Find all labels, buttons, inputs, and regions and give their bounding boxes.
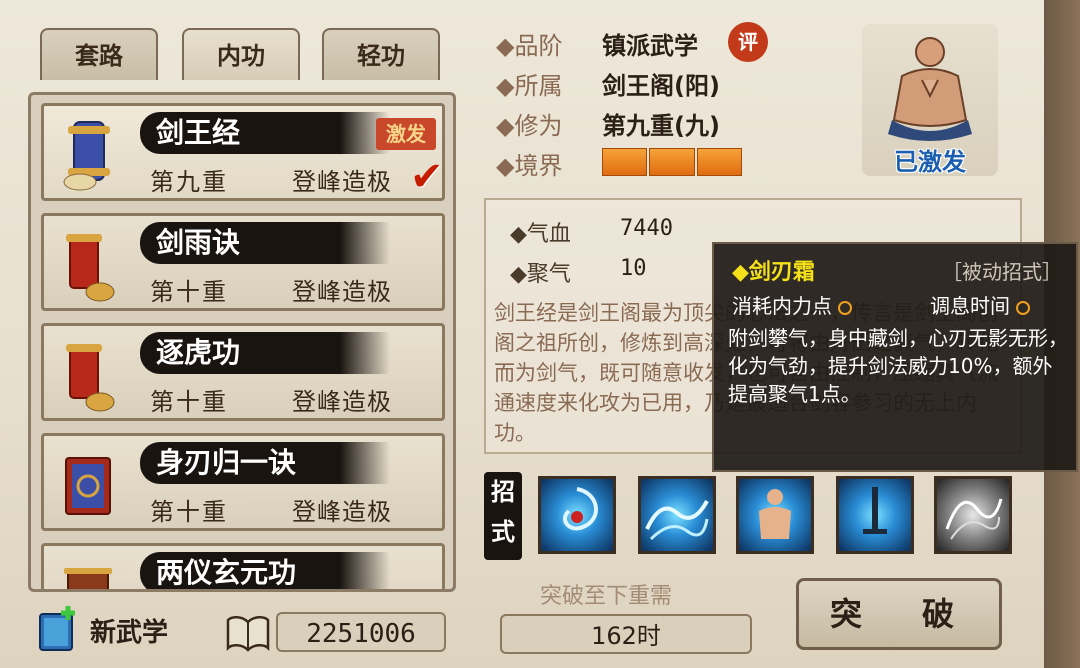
tooltip-cost: 消耗内力点 bbox=[732, 290, 852, 319]
meditating-monk-icon bbox=[888, 37, 972, 141]
skill-card-1[interactable]: 剑王经 激发 第九重 登峰造极 ✔ bbox=[41, 103, 445, 201]
breakthrough-button[interactable]: 突 破 bbox=[796, 578, 1002, 650]
skill-card-2[interactable]: 剑雨诀 第十重 登峰造极 bbox=[41, 213, 445, 311]
scroll-icon bbox=[66, 344, 115, 412]
character-portrait: 已激发 bbox=[862, 24, 998, 176]
move-slot-3[interactable] bbox=[736, 476, 814, 554]
skill-card-4[interactable]: 身刃归一诀 第十重 登峰造极 bbox=[41, 433, 445, 531]
tooltip-cooldown: 调息时间 bbox=[930, 290, 1030, 319]
scroll-icon bbox=[66, 234, 115, 302]
currency-value: 2251006 bbox=[276, 612, 446, 652]
move-tooltip: ◆剑刃霜 ［被动招式］ 消耗内力点 调息时间 附剑攀气，身中藏剑，心刃无影无形，… bbox=[712, 242, 1078, 472]
skill-level: 第十重 bbox=[150, 278, 228, 306]
tooltip-description: 附剑攀气，身中藏剑，心刃无影无形，化为气劲，提升剑法威力10%，额外提高聚气1点… bbox=[728, 326, 1068, 406]
info-realm: ◆境界 bbox=[496, 146, 796, 180]
sect-value: 剑王阁(阳) bbox=[602, 72, 720, 100]
new-skill-label[interactable]: 新武学 bbox=[90, 612, 168, 649]
skill-name: 剑王经 bbox=[140, 112, 390, 154]
book-icon bbox=[65, 457, 111, 515]
skill-card-3[interactable]: 逐虎功 第十重 登峰造极 bbox=[41, 323, 445, 421]
skill-level: 第九重 bbox=[150, 168, 228, 196]
skill-level: 第十重 bbox=[150, 498, 228, 526]
swirl-icon bbox=[563, 487, 598, 531]
skill-name: 剑雨诀 bbox=[140, 222, 390, 264]
moves-label: 招式 bbox=[484, 472, 522, 560]
sword-icon bbox=[863, 487, 887, 534]
skill-rank: 登峰造极 bbox=[292, 168, 392, 196]
skill-name: 两仪玄元功 bbox=[140, 552, 390, 589]
break-time: 162时 bbox=[500, 614, 752, 654]
skill-name: 逐虎功 bbox=[140, 332, 390, 374]
stat-qi: ◆聚气 10 bbox=[510, 256, 647, 287]
break-requirement-label: 突破至下重需 bbox=[540, 584, 673, 609]
move-slot-5[interactable] bbox=[934, 476, 1012, 554]
level-value: 第九重(九) bbox=[602, 112, 720, 140]
skill-rank: 登峰造极 bbox=[292, 388, 392, 416]
jifa-badge: 激发 bbox=[376, 118, 436, 150]
realm-bar bbox=[602, 148, 742, 176]
dragon-icon bbox=[945, 498, 1003, 540]
skill-rank: 登峰造极 bbox=[292, 278, 392, 306]
tab-qinggong[interactable]: 轻功 bbox=[322, 28, 440, 80]
tooltip-tag: ［被动招式］ bbox=[942, 260, 1062, 284]
info-level: ◆修为 第九重(九) bbox=[496, 106, 796, 140]
ring-icon bbox=[838, 300, 852, 315]
wave-icon bbox=[645, 500, 709, 541]
tab-taolu[interactable]: 套路 bbox=[40, 28, 158, 80]
skill-card-5[interactable]: 两仪玄元功 bbox=[41, 543, 445, 589]
open-book-icon bbox=[226, 616, 270, 652]
ring-icon bbox=[1016, 300, 1030, 315]
checkmark-icon: ✔ bbox=[410, 154, 444, 200]
level-label: ◆修为 bbox=[496, 112, 563, 140]
move-slot-2[interactable] bbox=[638, 476, 716, 554]
move-slot-4[interactable] bbox=[836, 476, 914, 554]
skill-rank: 登峰造极 bbox=[292, 498, 392, 526]
skill-name: 身刃归一诀 bbox=[140, 442, 390, 484]
move-slot-1[interactable] bbox=[538, 476, 616, 554]
skill-level: 第十重 bbox=[150, 388, 228, 416]
rank-label: ◆品阶 bbox=[496, 32, 563, 60]
activated-label: 已激发 bbox=[894, 148, 966, 176]
sect-label: ◆所属 bbox=[496, 72, 563, 100]
stat-hp: ◆气血 7440 bbox=[510, 216, 673, 247]
tooltip-title: ◆剑刃霜 bbox=[732, 260, 815, 285]
realm-label: ◆境界 bbox=[496, 152, 563, 180]
scroll-icon bbox=[63, 121, 110, 191]
figure-icon bbox=[759, 489, 791, 539]
info-rank: ◆品阶 镇派武学 评 bbox=[496, 13, 796, 71]
tab-neigong[interactable]: 内功 bbox=[182, 28, 300, 80]
skill-list[interactable]: 剑王经 激发 第九重 登峰造极 ✔ 剑雨诀 第十重 登峰造极 逐虎功 第十重 登… bbox=[28, 92, 456, 592]
info-sect: ◆所属 剑王阁(阳) bbox=[496, 66, 796, 100]
new-skill-icon[interactable] bbox=[36, 604, 82, 654]
rank-value: 镇派武学 bbox=[602, 32, 698, 60]
scroll-icon bbox=[64, 568, 112, 589]
